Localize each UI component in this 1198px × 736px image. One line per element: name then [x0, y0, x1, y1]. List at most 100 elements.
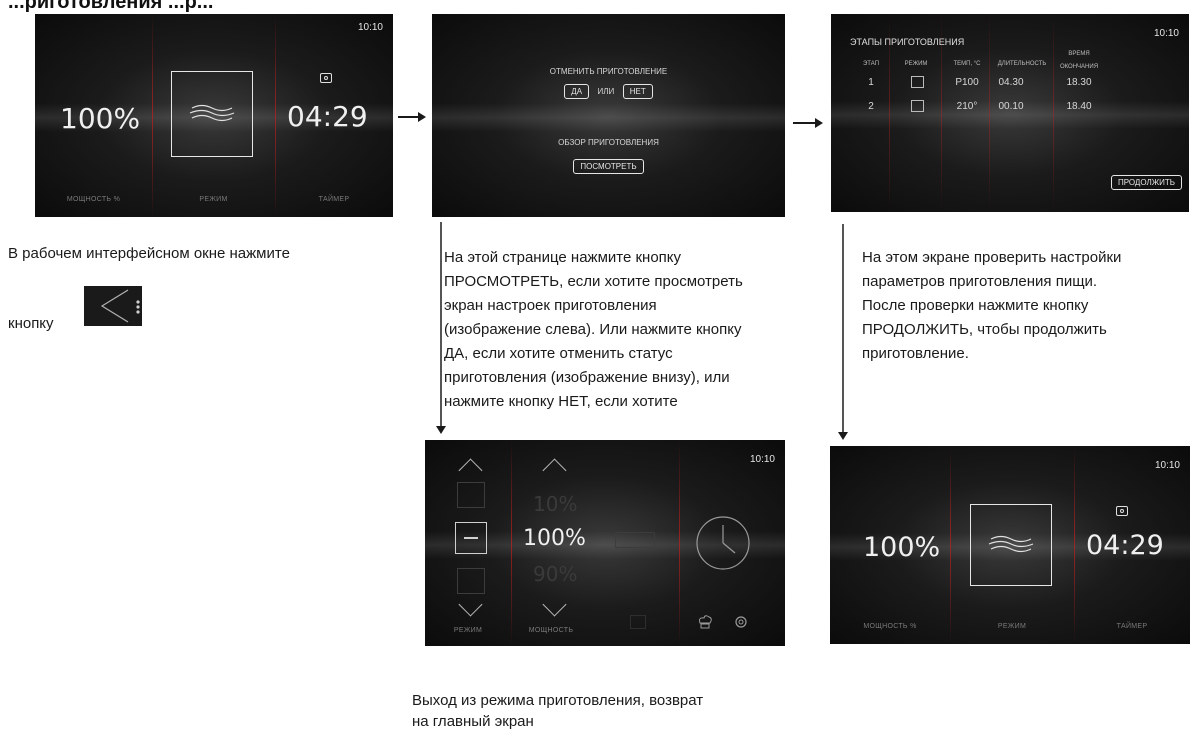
power-label: МОЩНОСТЬ %: [66, 196, 121, 203]
stages-screen: ЭТАПЫ ПРИГОТОВЛЕНИЯ 10:10 ЭТАП РЕЖИМ ТЕМ…: [831, 14, 1189, 212]
arrow-right: [793, 118, 823, 128]
caption-left-button-text: кнопку: [8, 315, 54, 332]
divider: [989, 14, 990, 212]
caption-line: ДА, если хотите отменить статус: [444, 345, 673, 362]
mode-button[interactable]: [171, 71, 253, 157]
timer-icon: [1116, 506, 1128, 516]
stage-end-time: 18.30: [1066, 77, 1092, 88]
view-button[interactable]: ПОСМОТРЕТЬ: [573, 159, 644, 174]
yes-no-row: ДА ИЛИ НЕТ: [432, 81, 785, 99]
setup-screen: 10:10 РЕЖИМ 10% 100% 90% МОЩНОСТЬ: [425, 440, 785, 646]
continue-button[interactable]: ПРОДОЛЖИТЬ: [1110, 175, 1182, 190]
divider: [1074, 446, 1075, 644]
microwave-waves-icon: [189, 104, 235, 122]
yes-button[interactable]: ДА: [564, 84, 590, 99]
clock: 10:10: [357, 22, 383, 33]
header-temp: ТЕМП, °С: [953, 61, 981, 67]
main-screen-return: 10:10 100% 04:29 МОЩНОСТЬ % РЕЖИМ ТАЙМЕР: [830, 446, 1190, 644]
clock: 10:10: [749, 454, 775, 465]
caption-line: на главный экран: [412, 713, 534, 730]
caption-line: (изображение слева). Или нажмите кнопку: [444, 321, 742, 338]
mode-option[interactable]: [457, 568, 485, 594]
light-icon: [630, 615, 646, 629]
caption-line: приготовление.: [862, 345, 969, 362]
mode-option[interactable]: [457, 482, 485, 508]
divider: [679, 440, 680, 646]
main-screen: 10:10 100% 04:29 МОЩНОСТЬ % РЕЖИМ ТАЙМЕР: [35, 14, 393, 217]
page-heading: ...риготовления ...р...: [8, 0, 214, 13]
microwave-waves-icon: [464, 537, 478, 539]
power-up-arrow[interactable]: [542, 458, 567, 483]
mode-label: РЕЖИМ: [199, 196, 228, 203]
cancel-screen: ОТМЕНИТЬ ПРИГОТОВЛЕНИЕ ДА ИЛИ НЕТ ОБЗОР …: [432, 14, 785, 217]
grill-mode-icon: [911, 100, 924, 112]
caption-line: После проверки нажмите кнопку: [862, 297, 1089, 314]
review-title: ОБЗОР ПРИГОТОВЛЕНИЯ: [558, 138, 659, 147]
stage-number: 1: [868, 77, 874, 88]
caption-left-line: В рабочем интерфейсном окне нажмите: [8, 245, 290, 262]
cancel-question: ОТМЕНИТЬ ПРИГОТОВЛЕНИЕ: [549, 67, 668, 76]
stage-temp: 210°: [956, 101, 978, 112]
timer-value[interactable]: 04:29: [1086, 530, 1164, 561]
timer-icon: [320, 73, 332, 83]
header-duration: ДЛИТЕЛЬНОСТЬ: [997, 61, 1047, 67]
caption-left: В рабочем интерфейсном окне нажмите: [8, 242, 290, 266]
mode-label: РЕЖИМ: [997, 623, 1027, 630]
divider: [1053, 14, 1054, 212]
divider: [511, 440, 512, 646]
caption-line: экран настроек приготовления: [444, 297, 657, 314]
chef-hat-icon[interactable]: [697, 614, 713, 630]
timer-value[interactable]: 04:29: [287, 100, 368, 133]
stage-temp: P100: [955, 77, 979, 88]
stages-title: ЭТАПЫ ПРИГОТОВЛЕНИЯ: [850, 37, 965, 47]
divider: [941, 14, 942, 212]
stage-duration: 04.30: [998, 77, 1024, 88]
arrow-down: [838, 224, 848, 440]
power-value: 100%: [60, 102, 141, 135]
timer-label: ТАЙМЕР: [318, 196, 350, 203]
caption-line: ПРОСМОТРЕТЬ, если хотите просмотреть: [444, 273, 743, 290]
mode-label: РЕЖИМ: [453, 627, 483, 634]
header-mode: РЕЖИМ: [904, 61, 928, 67]
divider: [950, 446, 951, 644]
header-end-time: ВРЕМЯ ОКОНЧАНИЯ: [1059, 51, 1099, 70]
divider: [275, 14, 276, 217]
view-row: ПОСМОТРЕТЬ: [432, 156, 785, 174]
stage-duration: 00.10: [998, 101, 1024, 112]
divider: [152, 14, 153, 217]
stage-number: 2: [868, 101, 874, 112]
caption-line: На этой странице нажмите кнопку: [444, 249, 682, 266]
mode-button[interactable]: [970, 504, 1052, 586]
chevron-left-icon: [100, 289, 140, 323]
clock: 10:10: [1153, 28, 1179, 39]
timer-label: ТАЙМЕР: [1116, 623, 1148, 630]
back-button-icon: [84, 286, 142, 326]
gear-icon[interactable]: [733, 614, 749, 630]
start-button[interactable]: [615, 532, 655, 548]
caption-line: На этом экране проверить настройки: [862, 249, 1122, 266]
clock-icon[interactable]: [695, 515, 751, 571]
microwave-mode-icon: [911, 76, 924, 88]
mode-option-selected[interactable]: [455, 522, 487, 554]
no-button[interactable]: НЕТ: [622, 84, 653, 99]
divider: [889, 14, 890, 212]
caption-line: Выход из режима приготовления, возврат: [412, 692, 704, 709]
caption-line: параметров приготовления пищи.: [862, 273, 1098, 290]
caption-line: приготовления (изображение внизу), или: [444, 369, 730, 386]
power-value-above: 10%: [533, 492, 578, 516]
clock: 10:10: [1154, 460, 1180, 471]
power-label: МОЩНОСТЬ: [528, 627, 574, 634]
power-down-arrow[interactable]: [542, 592, 567, 617]
caption-line: нажмите кнопку НЕТ, если хотите: [444, 393, 678, 410]
microwave-waves-icon: [988, 535, 1034, 553]
caption-line: ПРОДОЛЖИТЬ, чтобы продолжить: [862, 321, 1107, 338]
power-value: 100%: [863, 532, 941, 563]
mode-down-arrow[interactable]: [458, 592, 483, 617]
mode-up-arrow[interactable]: [458, 458, 483, 483]
stage-end-time: 18.40: [1066, 101, 1092, 112]
power-value[interactable]: 100%: [523, 526, 586, 551]
caption-bottom: Выход из режима приготовления, возврат н…: [412, 690, 832, 732]
header-stage: ЭТАП: [862, 61, 880, 67]
power-label: МОЩНОСТЬ %: [863, 623, 917, 630]
caption-right: На этом экране проверить настройки парам…: [862, 246, 1196, 366]
